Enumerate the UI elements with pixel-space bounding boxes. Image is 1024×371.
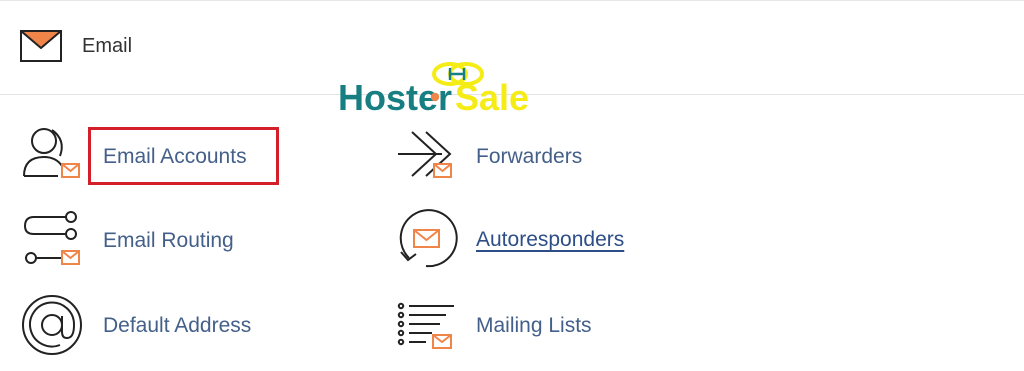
- email-routing-icon: [23, 211, 80, 265]
- mailing-lists-item[interactable]: Mailing Lists: [396, 298, 616, 360]
- forwarders-label[interactable]: Forwarders: [476, 144, 582, 170]
- autoresponders-link[interactable]: Autoresponders: [476, 227, 624, 253]
- email-routing-label[interactable]: Email Routing: [103, 228, 234, 254]
- at-sign-icon: [22, 295, 82, 355]
- highlight-annotation-box: [88, 127, 279, 185]
- default-address-label[interactable]: Default Address: [103, 313, 251, 339]
- envelope-icon: [20, 30, 62, 62]
- svg-text:Sale: Sale: [455, 77, 529, 118]
- default-address-item[interactable]: Default Address: [22, 294, 282, 356]
- email-section: Email Hoster Sale Email Accounts Forward…: [0, 0, 1024, 371]
- forwarders-item[interactable]: Forwarders: [396, 126, 616, 188]
- email-routing-item[interactable]: Email Routing: [22, 210, 282, 272]
- autoresponders-icon: [399, 209, 458, 268]
- hostersale-watermark-logo: Hoster Sale: [338, 62, 529, 118]
- forwarders-icon: [398, 131, 452, 178]
- email-accounts-icon: [23, 128, 80, 178]
- mailing-lists-label[interactable]: Mailing Lists: [476, 313, 592, 339]
- mailing-lists-icon: [397, 302, 454, 349]
- autoresponders-item[interactable]: Autoresponders: [396, 208, 656, 270]
- section-title: Email: [82, 35, 133, 57]
